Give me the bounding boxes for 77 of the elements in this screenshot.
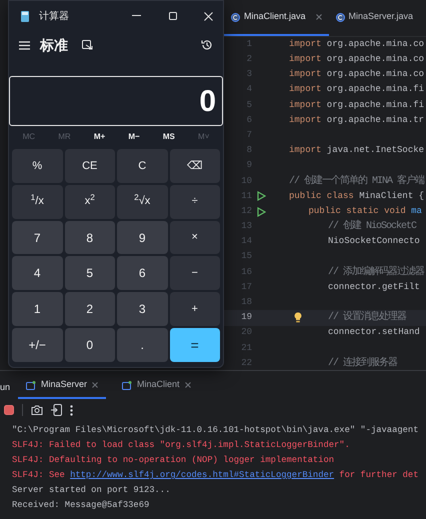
code-line: public static void ma — [308, 204, 422, 218]
console-line: "C:\Program Files\Microsoft\jdk-11.0.16.101-hotspot\bin\java.exe" "-javaagent — [12, 424, 418, 437]
calculator-key[interactable]: 0 — [64, 328, 115, 362]
calculator-key[interactable]: +/− — [12, 328, 62, 362]
code-line: import org.apache.mina.co — [289, 38, 424, 51]
maximize-icon[interactable] — [169, 12, 177, 20]
memory-button[interactable]: MS — [162, 131, 175, 143]
calculator-key[interactable]: C — [117, 149, 168, 183]
run-config-icon — [122, 380, 132, 390]
calculator-key[interactable]: 4 — [12, 256, 62, 290]
calculator-key[interactable]: 2 — [64, 292, 115, 326]
code-line: // 添加编解码器过滤器 — [328, 264, 424, 280]
memory-button[interactable]: M+ — [94, 131, 106, 143]
calculator-key[interactable]: % — [12, 149, 62, 183]
console-line: Received: Message@5af33e69 — [12, 499, 150, 512]
calculator-key[interactable]: + — [170, 292, 220, 326]
code-line: import java.net.InetSocke — [289, 144, 424, 158]
panel-title: un — [0, 381, 10, 394]
calculator-key[interactable]: $^{1}$/x — [12, 184, 62, 219]
console-line: Server started on port 9123... — [12, 484, 170, 497]
more-icon[interactable] — [70, 404, 73, 416]
code-line: public class MinaClient { — [289, 190, 424, 203]
history-icon[interactable] — [201, 39, 213, 51]
code-line: import org.apache.mina.fi — [289, 98, 424, 112]
file-tab[interactable]: MinaServer.java — [328, 0, 420, 36]
calculator-key[interactable]: ⌫ — [170, 149, 220, 183]
close-icon — [184, 382, 191, 388]
code-line: connector.getFilt — [328, 280, 420, 294]
minimize-icon[interactable] — [132, 15, 141, 17]
code-line: import org.apache.mina.fi — [289, 83, 424, 96]
run-icon[interactable] — [257, 206, 266, 217]
console-link[interactable]: http://www.slf4j.org/codes.html#StaticLoggerBinder — [70, 470, 334, 480]
class-icon — [336, 12, 345, 22]
calculator-key[interactable]: x$^{2}$ — [64, 184, 115, 219]
exit-icon[interactable] — [51, 404, 62, 416]
code-line: import org.apache.mina.co — [289, 53, 424, 66]
close-icon — [92, 382, 98, 388]
console-line: SLF4J: Failed to load class "org.slf4j.impl.StaticLoggerBinder". — [12, 439, 350, 452]
code-line: // 创建 NioSocketC — [328, 219, 416, 234]
console-line: SLF4J: Defaulting to no-operation (NOP) logger implementation — [12, 454, 334, 467]
calculator-key[interactable]: 8 — [64, 220, 115, 254]
calculator-key[interactable]: 9 — [117, 220, 168, 254]
code-line: import org.apache.mina.tr — [289, 114, 424, 127]
class-icon — [231, 12, 240, 22]
calculator-key[interactable]: CE — [64, 149, 115, 183]
run-tab[interactable]: MinaServer — [18, 373, 106, 399]
code-line: import org.apache.mina.co — [289, 68, 424, 82]
menu-icon[interactable] — [19, 40, 30, 50]
code-line: // 设置消息处理器 — [328, 310, 406, 326]
calculator-key[interactable]: 5 — [64, 256, 115, 290]
code-line: NioSocketConnecto — [328, 235, 420, 248]
code-line: connector.setHand — [328, 326, 420, 340]
run-tab[interactable]: MinaClient — [114, 373, 199, 399]
calculator-key[interactable]: $^{2}$√x — [117, 184, 168, 219]
line-number: 19 — [240, 311, 252, 324]
calculator-key[interactable]: 3 — [117, 292, 168, 326]
stop-icon[interactable] — [4, 405, 14, 415]
calculator-key[interactable]: 1 — [12, 292, 62, 326]
code-line: // 连接到服务器 — [328, 356, 398, 370]
calculator-key[interactable]: 6 — [117, 256, 168, 290]
run-icon[interactable] — [257, 191, 266, 202]
run-config-icon — [26, 380, 36, 390]
memory-button[interactable]: M− — [128, 131, 140, 143]
calculator-app-icon — [21, 10, 29, 22]
keep-on-top-icon[interactable] — [82, 40, 93, 50]
calculator-key[interactable]: ÷ — [170, 184, 220, 219]
camera-icon[interactable] — [31, 405, 43, 415]
calculator-key[interactable]: 7 — [12, 220, 62, 254]
console-line: SLF4J: See http://www.slf4j.org/codes.html#StaticLoggerBinder for further det — [12, 469, 418, 482]
display-value: 0 — [199, 84, 216, 120]
calculator-key[interactable]: − — [170, 256, 220, 290]
mode-title: 标准 — [40, 36, 68, 54]
calculator-key[interactable]: . — [117, 328, 168, 362]
calculator-key[interactable]: = — [170, 328, 220, 362]
window-title: 计算器 — [39, 10, 69, 24]
code-line: // 创建一个简单的 MINA 客户端 — [289, 174, 424, 189]
calculator-key[interactable]: × — [170, 220, 220, 254]
